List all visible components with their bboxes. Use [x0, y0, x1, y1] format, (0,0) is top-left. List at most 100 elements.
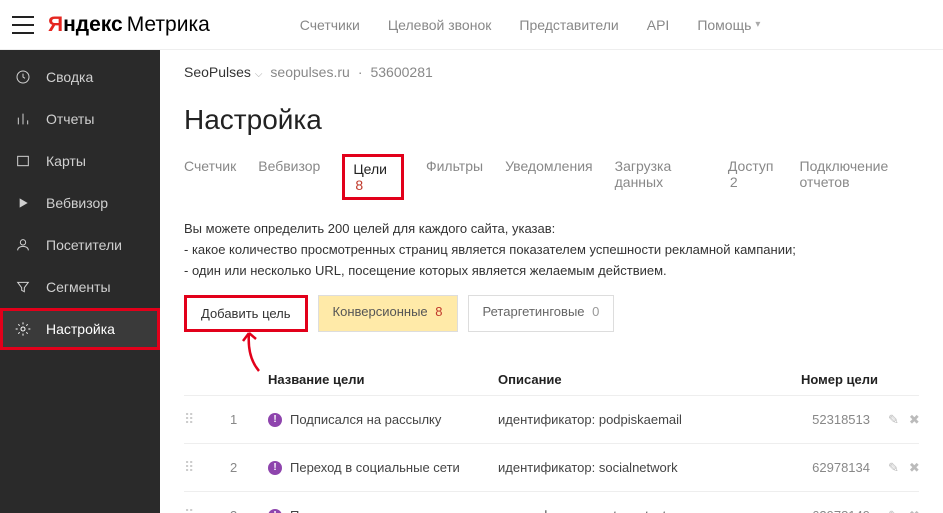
nav-api[interactable]: API — [647, 17, 670, 33]
tab-counter[interactable]: Счетчик — [184, 154, 236, 200]
sidebar-item-label: Вебвизор — [46, 195, 108, 211]
page-title: Настройка — [184, 104, 919, 136]
play-icon — [14, 194, 32, 212]
clock-icon — [14, 68, 32, 86]
row-number: 1 — [230, 412, 258, 427]
filter-conversion-label: Конверсионные — [333, 304, 428, 319]
col-desc: Описание — [498, 372, 748, 387]
sidebar-item-visitors[interactable]: Посетители — [0, 224, 160, 266]
row-number: 2 — [230, 460, 258, 475]
sidebar: Сводка Отчеты Карты Вебвизор Посетители — [0, 50, 160, 513]
chevron-down-icon: ⌵ — [255, 69, 263, 80]
goals-description: Вы можете определить 200 целей для каждо… — [184, 219, 919, 281]
tab-filters[interactable]: Фильтры — [426, 154, 483, 200]
remove-icon[interactable]: ✖ — [909, 460, 920, 476]
breadcrumb-separator: · — [358, 64, 363, 80]
remove-icon[interactable]: ✖ — [909, 412, 920, 428]
drag-handle-icon[interactable]: ⠿ — [184, 459, 220, 476]
breadcrumb-domain: seopulses.ru — [270, 64, 349, 80]
goal-name-cell[interactable]: ! Переход в социальные сети — [268, 460, 488, 475]
info-icon: ! — [268, 461, 282, 475]
logo[interactable]: Яндекс Метрика — [48, 13, 210, 37]
sidebar-item-label: Отчеты — [46, 111, 94, 127]
logo-metrika: Метрика — [127, 13, 210, 37]
col-name: Название цели — [268, 372, 488, 387]
bar-chart-icon — [14, 110, 32, 128]
sidebar-item-label: Сводка — [46, 69, 93, 85]
sidebar-item-reports[interactable]: Отчеты — [0, 98, 160, 140]
sidebar-item-label: Карты — [46, 153, 86, 169]
edit-icon[interactable]: ✎ — [888, 508, 899, 513]
main-content: SeoPulses ⌵ seopulses.ru · 53600281 Наст… — [160, 50, 943, 513]
row-actions: ✎ ✖ — [888, 460, 943, 476]
row-actions: ✎ ✖ — [888, 508, 943, 513]
breadcrumb: SeoPulses ⌵ seopulses.ru · 53600281 — [184, 64, 919, 80]
desc-line-3: - один или несколько URL, посещение кото… — [184, 261, 919, 282]
sidebar-item-webvisor[interactable]: Вебвизор — [0, 182, 160, 224]
edit-icon[interactable]: ✎ — [888, 412, 899, 428]
gear-icon — [14, 320, 32, 338]
goal-name-cell[interactable]: ! Переход в контакты — [268, 508, 488, 513]
drag-handle-icon[interactable]: ⠿ — [184, 411, 220, 428]
tab-connect-reports[interactable]: Подключение отчетов — [800, 154, 919, 200]
goal-desc: идентификатор: gotocontact — [498, 508, 748, 513]
tab-access-label: Доступ — [728, 158, 774, 174]
sidebar-item-maps[interactable]: Карты — [0, 140, 160, 182]
tab-webvisor[interactable]: Вебвизор — [258, 154, 320, 200]
goal-name-text: Переход в социальные сети — [290, 460, 460, 475]
breadcrumb-counter-id: 53600281 — [370, 64, 432, 80]
breadcrumb-project[interactable]: SeoPulses ⌵ — [184, 64, 262, 80]
tab-goals[interactable]: Цели 8 — [342, 154, 404, 200]
nav-target-call[interactable]: Целевой звонок — [388, 17, 492, 33]
edit-icon[interactable]: ✎ — [888, 460, 899, 476]
nav-counters[interactable]: Счетчики — [300, 17, 360, 33]
goal-name-cell[interactable]: ! Подписался на рассылку — [268, 412, 488, 427]
goal-id: 62978149 — [758, 508, 878, 513]
goal-name-text: Переход в контакты — [290, 508, 410, 513]
logo-yandex: ндекс — [63, 13, 123, 37]
hamburger-menu-icon[interactable] — [12, 16, 34, 34]
goals-table: Название цели Описание Номер цели ⠿ 1 ! … — [184, 364, 919, 513]
sidebar-item-label: Сегменты — [46, 279, 111, 295]
sidebar-item-summary[interactable]: Сводка — [0, 56, 160, 98]
table-row: ⠿ 1 ! Подписался на рассылку идентификат… — [184, 395, 919, 443]
filter-retargeting-count: 0 — [592, 304, 599, 319]
nav-help-label: Помощь — [697, 17, 751, 33]
row-number: 3 — [230, 508, 258, 513]
table-header: Название цели Описание Номер цели — [184, 364, 919, 395]
chevron-down-icon: ▾ — [755, 19, 760, 30]
tab-access[interactable]: Доступ 2 — [728, 154, 778, 200]
goal-desc: идентификатор: podpiskaemail — [498, 412, 748, 427]
desc-line-1: Вы можете определить 200 целей для каждо… — [184, 219, 919, 240]
logo-letter-ya: Я — [48, 13, 63, 37]
add-goal-button[interactable]: Добавить цель — [184, 295, 308, 332]
filter-conversion[interactable]: Конверсионные 8 — [318, 295, 458, 332]
topbar: Яндекс Метрика Счетчики Целевой звонок П… — [0, 0, 943, 50]
info-icon: ! — [268, 509, 282, 513]
info-icon: ! — [268, 413, 282, 427]
goal-id: 62978134 — [758, 460, 878, 475]
desc-line-2: - какое количество просмотренных страниц… — [184, 240, 919, 261]
funnel-icon — [14, 278, 32, 296]
col-id: Номер цели — [758, 372, 878, 387]
tab-goals-label: Цели — [353, 161, 387, 177]
breadcrumb-project-label: SeoPulses — [184, 64, 251, 80]
nav-help[interactable]: Помощь ▾ — [697, 17, 760, 33]
remove-icon[interactable]: ✖ — [909, 508, 920, 513]
filter-retargeting[interactable]: Ретаргетинговые 0 — [468, 295, 615, 332]
table-row: ⠿ 2 ! Переход в социальные сети идентифи… — [184, 443, 919, 491]
tab-goals-count: 8 — [355, 177, 363, 193]
tab-upload[interactable]: Загрузка данных — [615, 154, 706, 200]
sidebar-item-segments[interactable]: Сегменты — [0, 266, 160, 308]
goal-id: 52318513 — [758, 412, 878, 427]
person-icon — [14, 236, 32, 254]
sidebar-item-label: Посетители — [46, 237, 122, 253]
nav-representatives[interactable]: Представители — [519, 17, 618, 33]
sidebar-item-settings[interactable]: Настройка — [0, 308, 160, 350]
sidebar-item-label: Настройка — [46, 321, 115, 337]
row-actions: ✎ ✖ — [888, 412, 943, 428]
drag-handle-icon[interactable]: ⠿ — [184, 507, 220, 513]
table-row: ⠿ 3 ! Переход в контакты идентификатор: … — [184, 491, 919, 513]
tab-notifications[interactable]: Уведомления — [505, 154, 593, 200]
tab-access-count: 2 — [730, 174, 738, 190]
